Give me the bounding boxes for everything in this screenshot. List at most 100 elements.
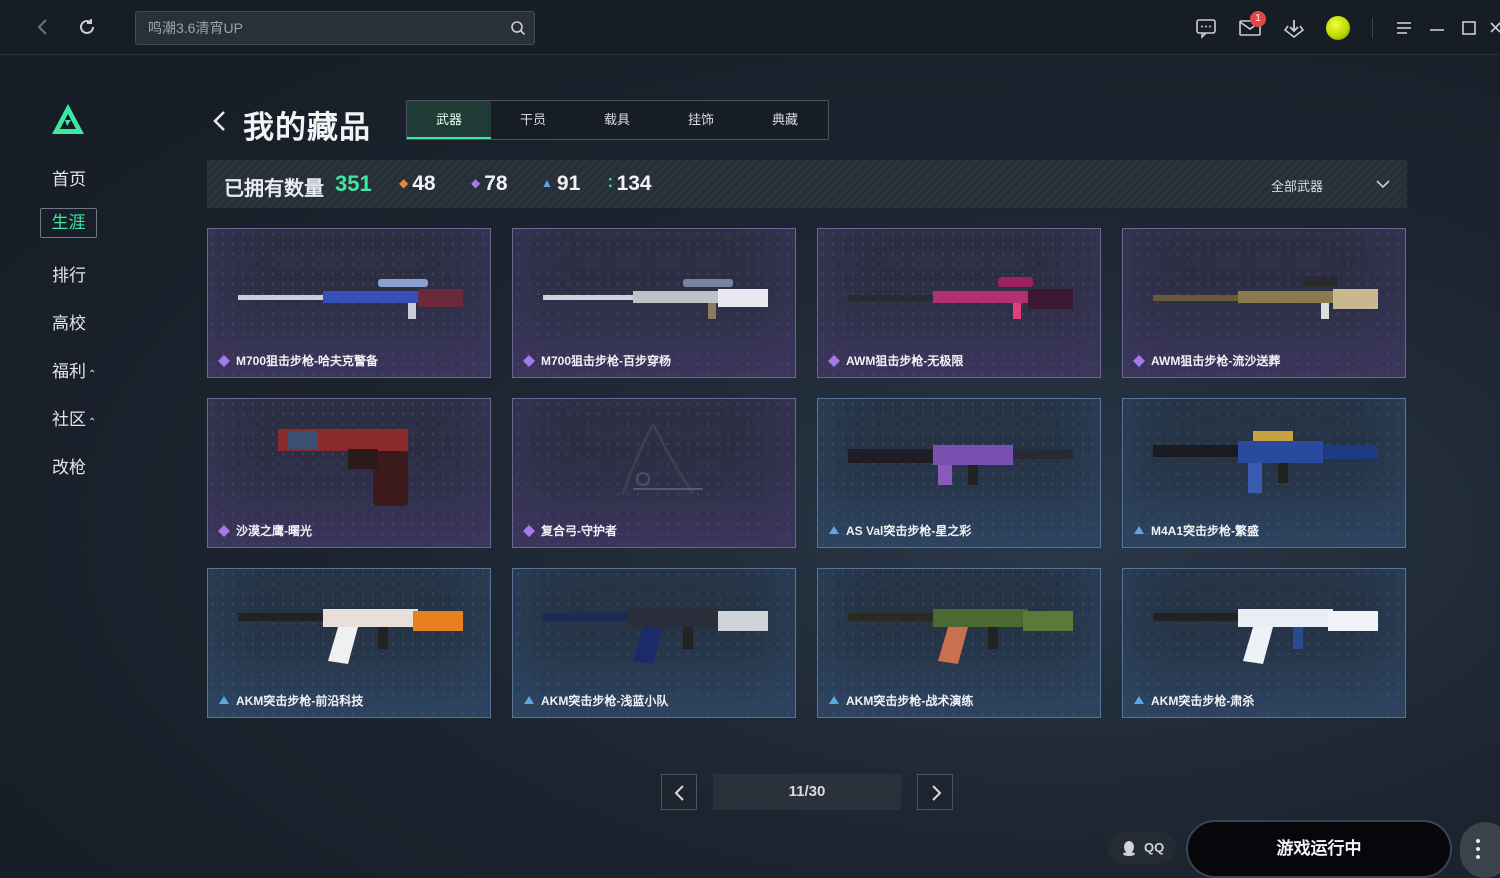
item-name: AS Val突击步枪-星之彩 bbox=[846, 524, 972, 538]
qq-button[interactable]: QQ bbox=[1108, 832, 1176, 864]
back-nav-icon[interactable] bbox=[30, 14, 56, 40]
item-card[interactable]: M700狙击步枪-哈夫克警备 bbox=[207, 228, 491, 378]
search-box[interactable] bbox=[135, 11, 535, 45]
sidebar-item-label: 高校 bbox=[52, 314, 86, 333]
item-card[interactable]: M700狙击步枪-百步穿杨 bbox=[512, 228, 796, 378]
item-name: AWM狙击步枪-无极限 bbox=[846, 354, 964, 368]
sidebar-item-welfare[interactable]: 福利 ⌃ bbox=[52, 357, 96, 382]
sidebar-item-label: 改枪 bbox=[52, 458, 86, 477]
rarity-diamond-icon bbox=[828, 355, 840, 367]
chevron-down-icon[interactable] bbox=[1375, 178, 1391, 190]
tab-charms[interactable]: 挂饰 bbox=[659, 101, 743, 139]
sidebar-item-label: 排行 bbox=[52, 266, 86, 285]
rarity-chevron-icon bbox=[829, 526, 839, 534]
weapon-image bbox=[848, 277, 1073, 319]
item-name: AKM突击步枪-前沿科技 bbox=[236, 694, 364, 708]
item-card[interactable]: AKM突击步枪-浅蓝小队 bbox=[512, 568, 796, 718]
rarity-chevron-icon bbox=[829, 696, 839, 704]
item-card[interactable]: 复合弓-守护者 bbox=[512, 398, 796, 548]
rarity-count-purple: ◆ 78 bbox=[471, 172, 508, 196]
owned-count-total: 351 bbox=[335, 171, 372, 196]
sidebar-item-gunsmith[interactable]: 改枪 bbox=[52, 453, 86, 478]
chevron-left-icon bbox=[674, 785, 684, 801]
weapon-image bbox=[543, 609, 768, 664]
chat-icon[interactable] bbox=[1194, 16, 1218, 40]
rarity-count-green: ⁚ 134 bbox=[608, 172, 652, 196]
search-input[interactable] bbox=[148, 20, 498, 36]
more-dots-icon bbox=[1476, 839, 1480, 859]
rarity-dots-icon: ⁚ bbox=[608, 176, 613, 190]
app-logo-icon[interactable] bbox=[50, 102, 86, 136]
download-icon[interactable] bbox=[1282, 16, 1306, 40]
rarity-chevron-icon bbox=[1134, 696, 1144, 704]
prev-page-button[interactable] bbox=[661, 774, 697, 810]
item-card[interactable]: 沙漠之鹰-曙光 bbox=[207, 398, 491, 548]
item-card[interactable]: AKM突击步枪-肃杀 bbox=[1122, 568, 1406, 718]
item-name: AKM突击步枪-肃杀 bbox=[1151, 694, 1255, 708]
page-indicator: 11/30 bbox=[713, 774, 901, 810]
item-card[interactable]: AWM狙击步枪-无极限 bbox=[817, 228, 1101, 378]
sidebar-item-label: 社区 bbox=[52, 410, 86, 429]
back-arrow-icon[interactable] bbox=[210, 108, 230, 134]
sidebar-item-label: 首页 bbox=[52, 170, 86, 189]
search-icon[interactable] bbox=[510, 20, 526, 36]
item-name: AWM狙击步枪-流沙送葬 bbox=[1151, 354, 1281, 368]
qq-label: QQ bbox=[1144, 840, 1165, 855]
rarity-count-value: 91 bbox=[556, 172, 581, 195]
weapon-image bbox=[848, 609, 1073, 664]
rarity-diamond-icon bbox=[523, 525, 535, 537]
rarity-chevron-icon bbox=[219, 696, 229, 704]
item-name: M700狙击步枪-百步穿杨 bbox=[541, 354, 672, 368]
rarity-chevron-icon: ▲ bbox=[541, 176, 553, 190]
more-options-button[interactable] bbox=[1460, 822, 1500, 878]
sidebar-item-career[interactable]: 生涯 bbox=[40, 208, 97, 238]
sidebar-item-community[interactable]: 社区 ⌃ bbox=[52, 405, 96, 430]
avatar[interactable] bbox=[1326, 16, 1350, 40]
maximize-icon[interactable] bbox=[1457, 16, 1481, 40]
item-name: AKM突击步枪-战术演练 bbox=[846, 694, 974, 708]
rarity-count-value: 78 bbox=[484, 172, 508, 195]
toolbar-divider bbox=[1372, 18, 1373, 38]
weapon-image bbox=[238, 279, 463, 319]
item-name: M4A1突击步枪-繁盛 bbox=[1151, 524, 1260, 538]
weapon-image bbox=[1153, 277, 1378, 319]
item-card[interactable]: AS Val突击步枪-星之彩 bbox=[817, 398, 1101, 548]
qq-penguin-icon bbox=[1123, 841, 1135, 856]
rarity-count-value: 134 bbox=[616, 172, 652, 195]
sidebar-item-ranking[interactable]: 排行 bbox=[52, 261, 86, 286]
category-tabs: 武器 干员 载具 挂饰 典藏 bbox=[406, 100, 829, 140]
tab-collection[interactable]: 典藏 bbox=[743, 101, 827, 139]
weapon-filter-select[interactable]: 全部武器 bbox=[1271, 176, 1323, 195]
weapon-image bbox=[621, 423, 703, 495]
menu-icon[interactable] bbox=[1392, 16, 1416, 40]
item-name: AKM突击步枪-浅蓝小队 bbox=[541, 694, 669, 708]
next-page-button[interactable] bbox=[917, 774, 953, 810]
close-icon[interactable] bbox=[1488, 16, 1500, 40]
rarity-count-value: 48 bbox=[412, 172, 436, 195]
weapon-image bbox=[1153, 431, 1378, 493]
tab-vehicles[interactable]: 载具 bbox=[575, 101, 659, 139]
game-running-button[interactable]: 游戏运行中 bbox=[1186, 820, 1452, 878]
rarity-chevron-icon bbox=[1134, 526, 1144, 534]
rarity-diamond-icon bbox=[218, 525, 230, 537]
item-card[interactable]: M4A1突击步枪-繁盛 bbox=[1122, 398, 1406, 548]
mail-badge: 1 bbox=[1250, 11, 1266, 27]
weapon-image bbox=[278, 429, 408, 506]
tab-weapons[interactable]: 武器 bbox=[407, 101, 491, 139]
sidebar-item-college[interactable]: 高校 bbox=[52, 309, 86, 334]
rarity-diamond-icon: ◆ bbox=[399, 176, 409, 190]
rarity-diamond-icon bbox=[523, 355, 535, 367]
sidebar-item-label: 生涯 bbox=[51, 213, 86, 232]
sidebar-item-home[interactable]: 首页 bbox=[52, 165, 86, 190]
title-bar: 1 bbox=[0, 0, 1500, 55]
item-card[interactable]: AKM突击步枪-前沿科技 bbox=[207, 568, 491, 718]
item-name: 沙漠之鹰-曙光 bbox=[236, 524, 312, 538]
rarity-diamond-icon bbox=[1133, 355, 1145, 367]
weapon-image bbox=[848, 445, 1073, 485]
minimize-icon[interactable] bbox=[1425, 16, 1449, 40]
refresh-icon[interactable] bbox=[74, 14, 100, 40]
collection-stats-bar: 已拥有数量 351 ◆ 48 ◆ 78 ▲ 91 ⁚ 134 全部武器 bbox=[207, 160, 1407, 208]
item-card[interactable]: AWM狙击步枪-流沙送葬 bbox=[1122, 228, 1406, 378]
tab-operators[interactable]: 干员 bbox=[491, 101, 575, 139]
item-card[interactable]: AKM突击步枪-战术演练 bbox=[817, 568, 1101, 718]
